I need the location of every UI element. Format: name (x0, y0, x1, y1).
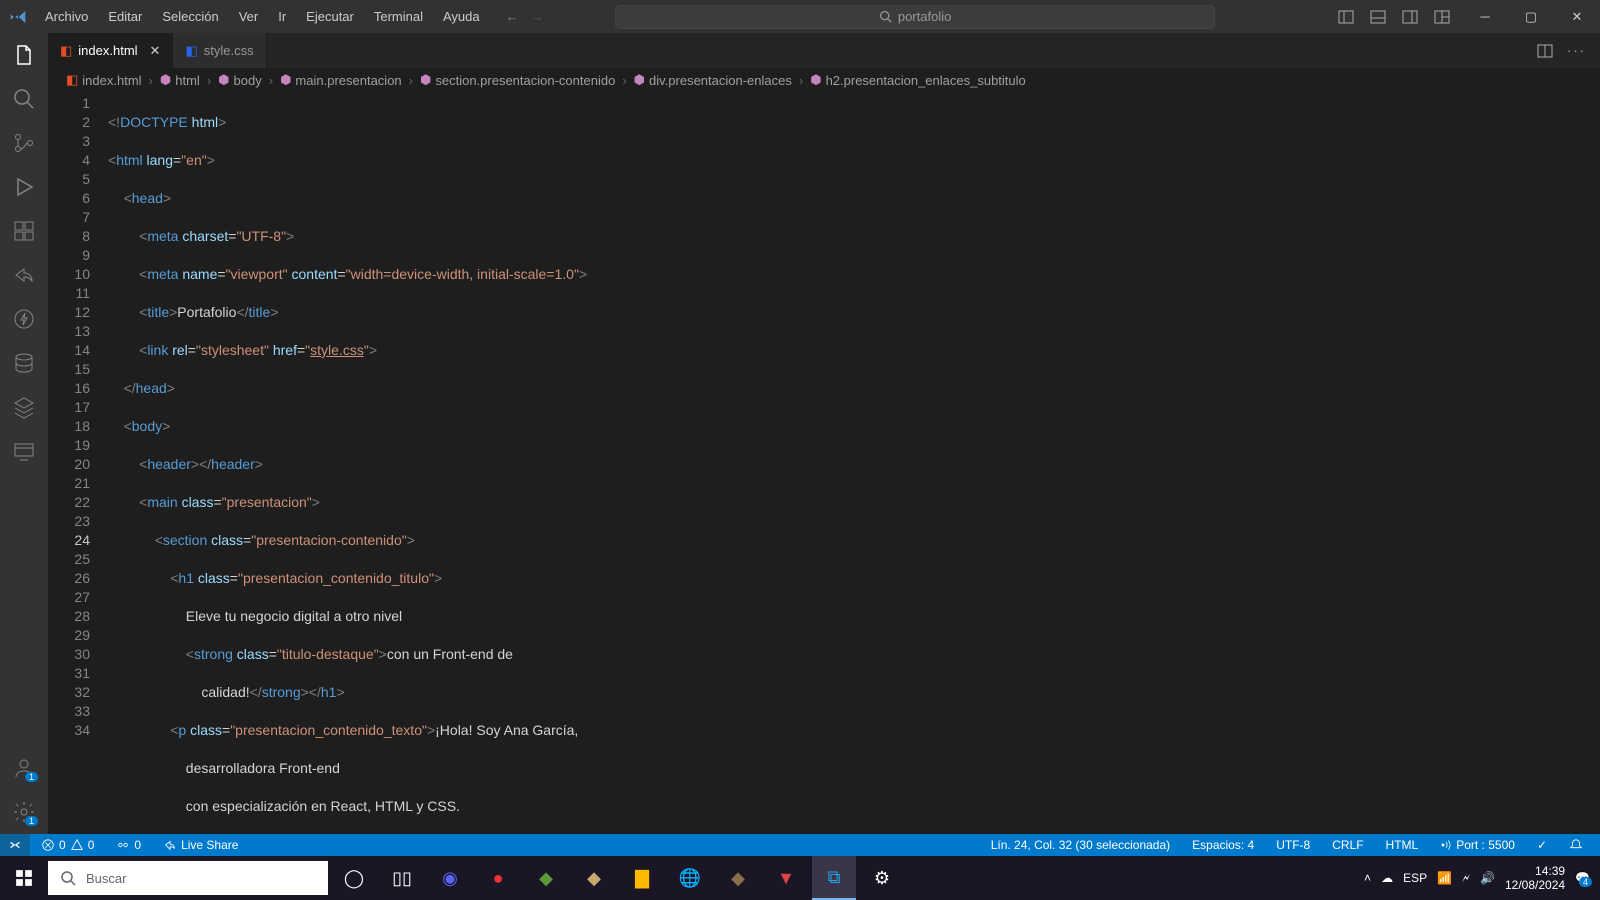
breadcrumbs[interactable]: ◧ index.html ›⬢ html ›⬢ body ›⬢ main.pre… (48, 68, 1600, 92)
remote-explorer-icon[interactable] (12, 439, 36, 463)
css-file-icon: ◧ (185, 43, 197, 59)
prettier-icon[interactable]: ✓ (1532, 838, 1552, 852)
nav-forward-icon[interactable]: → (531, 9, 544, 24)
source-control-icon[interactable] (12, 131, 36, 155)
cursor-position[interactable]: Lín. 24, Col. 32 (30 seleccionada) (986, 838, 1175, 852)
menu-ir[interactable]: Ir (268, 3, 296, 30)
widgets-icon[interactable]: ▯▯ (380, 856, 424, 900)
minecraft-icon[interactable]: ◆ (524, 856, 568, 900)
start-button[interactable] (0, 869, 48, 887)
line-numbers: 1234567891011121314151617181920212223242… (48, 92, 108, 834)
close-tab-icon[interactable]: ✕ (150, 43, 161, 59)
tab-label: style.css (204, 43, 254, 58)
live-share-icon[interactable] (12, 263, 36, 287)
taskbar-search[interactable]: Buscar (48, 861, 328, 895)
eol[interactable]: CRLF (1327, 838, 1368, 852)
search-icon (879, 10, 892, 23)
menu-bar: Archivo Editar Selección Ver Ir Ejecutar… (35, 3, 490, 30)
system-tray: ˄ ☁ ESP 📶 🗲 🔊 14:39 12/08/2024 💬4 (1364, 864, 1600, 892)
window-controls: ─ ▢ ✕ (1462, 0, 1600, 33)
nav-back-icon[interactable]: ← (506, 9, 519, 24)
app2-icon[interactable]: ▼ (764, 856, 808, 900)
action-center-icon[interactable]: 💬4 (1575, 871, 1590, 885)
tray-chevron-icon[interactable]: ˄ (1364, 871, 1371, 885)
html-file-icon: ◧ (60, 43, 72, 59)
vscode-taskbar-icon[interactable]: ⧉ (812, 856, 856, 900)
close-button[interactable]: ✕ (1554, 0, 1600, 33)
vscode-logo-icon (0, 9, 35, 25)
tab-index-html[interactable]: ◧ index.html ✕ (48, 33, 173, 68)
layout-icon[interactable] (1434, 9, 1450, 25)
panel-right-icon[interactable] (1402, 9, 1418, 25)
main-area: 1 1 ◧ index.html ✕ ◧ style.css ··· ◧ ind… (0, 33, 1600, 834)
explorer-icon[interactable] (12, 43, 36, 67)
battery-icon[interactable]: 🗲 (1462, 871, 1470, 886)
ports-indicator[interactable]: 0 (111, 838, 146, 852)
html-file-icon: ◧ (66, 72, 78, 88)
layout-controls (1326, 9, 1462, 25)
taskview-icon[interactable]: ◯ (332, 856, 376, 900)
status-bar: 0 0 0 Live Share Lín. 24, Col. 32 (30 se… (0, 834, 1600, 856)
remote-indicator[interactable] (0, 834, 30, 856)
code-editor[interactable]: 1234567891011121314151617181920212223242… (48, 92, 1600, 834)
run-debug-icon[interactable] (12, 175, 36, 199)
titlebar: Archivo Editar Selección Ver Ir Ejecutar… (0, 0, 1600, 33)
minimize-button[interactable]: ─ (1462, 0, 1508, 33)
indentation[interactable]: Espacios: 4 (1187, 838, 1259, 852)
windows-taskbar: Buscar ◯ ▯▯ ◉ ● ◆ ◆ ▇ 🌐 ◆ ▼ ⧉ ⚙ ˄ ☁ ESP … (0, 856, 1600, 900)
nav-arrows: ← → (506, 9, 544, 24)
clock[interactable]: 14:39 12/08/2024 (1505, 864, 1565, 892)
database-icon[interactable] (12, 351, 36, 375)
menu-archivo[interactable]: Archivo (35, 3, 98, 30)
wifi-icon[interactable]: 📶 (1437, 871, 1452, 885)
settings-taskbar-icon[interactable]: ⚙ (860, 856, 904, 900)
panel-left-icon[interactable] (1338, 9, 1354, 25)
notifications-icon[interactable] (1564, 838, 1588, 852)
tab-label: index.html (78, 43, 137, 58)
game-icon[interactable]: ◆ (716, 856, 760, 900)
lol-icon[interactable]: ◆ (572, 856, 616, 900)
command-center[interactable]: portafolio (615, 5, 1215, 29)
menu-terminal[interactable]: Terminal (364, 3, 433, 30)
language-mode[interactable]: HTML (1381, 838, 1424, 852)
menu-editar[interactable]: Editar (98, 3, 152, 30)
onedrive-icon[interactable]: ☁ (1381, 871, 1393, 885)
menu-ver[interactable]: Ver (229, 3, 269, 30)
maximize-button[interactable]: ▢ (1508, 0, 1554, 33)
extensions-icon[interactable] (12, 219, 36, 243)
settings-gear-icon[interactable]: 1 (12, 800, 36, 824)
search-icon (60, 870, 76, 886)
live-share-status[interactable]: Live Share (158, 838, 243, 852)
taskbar-apps: ◯ ▯▯ ◉ ● ◆ ◆ ▇ 🌐 ◆ ▼ ⧉ ⚙ (332, 856, 904, 900)
menu-ayuda[interactable]: Ayuda (433, 3, 490, 30)
activity-bar: 1 1 (0, 33, 48, 834)
menu-ejecutar[interactable]: Ejecutar (296, 3, 364, 30)
tab-style-css[interactable]: ◧ style.css (173, 33, 266, 68)
lang-indicator[interactable]: ESP (1403, 871, 1427, 885)
search-activity-icon[interactable] (12, 87, 36, 111)
more-actions-icon[interactable]: ··· (1567, 43, 1586, 58)
editor-actions: ··· (1523, 33, 1600, 68)
chrome-icon[interactable]: 🌐 (668, 856, 712, 900)
encoding[interactable]: UTF-8 (1271, 838, 1315, 852)
editor-area: ◧ index.html ✕ ◧ style.css ··· ◧ index.h… (48, 33, 1600, 834)
layers-icon[interactable] (12, 395, 36, 419)
tabs: ◧ index.html ✕ ◧ style.css ··· (48, 33, 1600, 68)
accounts-icon[interactable]: 1 (12, 756, 36, 780)
search-text: portafolio (898, 9, 951, 24)
app-icon[interactable]: ● (476, 856, 520, 900)
problems-indicator[interactable]: 0 0 (36, 838, 99, 852)
panel-bottom-icon[interactable] (1370, 9, 1386, 25)
menu-seleccion[interactable]: Selección (152, 3, 228, 30)
thunder-icon[interactable] (12, 307, 36, 331)
split-editor-icon[interactable] (1537, 43, 1553, 59)
volume-icon[interactable]: 🔊 (1480, 871, 1495, 885)
discord-icon[interactable]: ◉ (428, 856, 472, 900)
go-live[interactable]: Port : 5500 (1435, 838, 1520, 852)
code-content[interactable]: <!DOCTYPE html> <html lang="en"> <head> … (108, 92, 1600, 834)
explorer-icon[interactable]: ▇ (620, 856, 664, 900)
